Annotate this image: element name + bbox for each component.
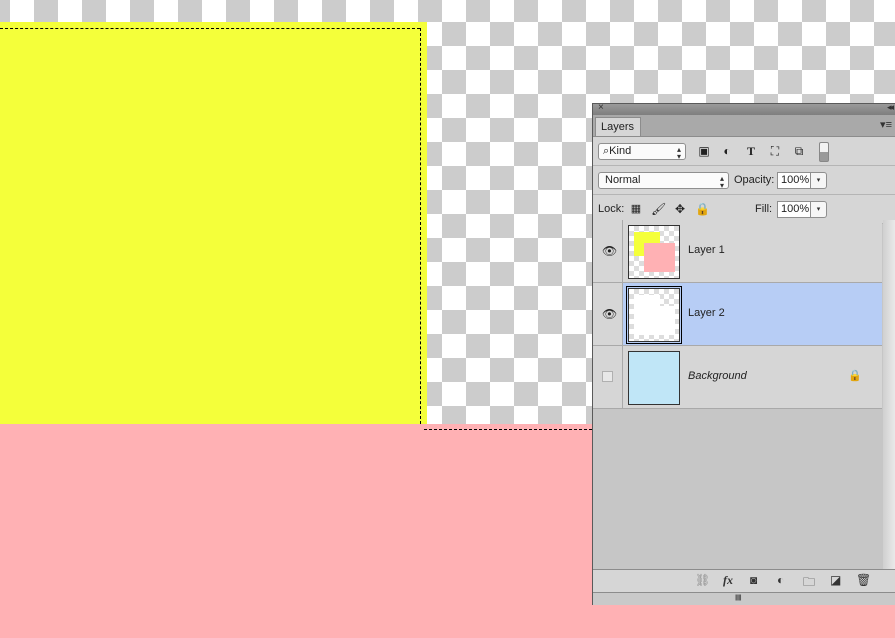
- layer-style-fx-icon[interactable]: fx: [723, 573, 733, 588]
- visibility-toggle[interactable]: [593, 346, 623, 408]
- lock-icon: 🔒: [848, 370, 862, 382]
- layers-panel: × ◂◂ Layers ▾≡ ⌕Kind ▴ ▾ ▣ ◐ T ⛶ ⧉ Normal…: [592, 102, 895, 605]
- close-icon[interactable]: ×: [598, 102, 604, 113]
- lock-all-icon[interactable]: 🔒: [695, 202, 710, 216]
- yellow-fill-region: [0, 22, 427, 424]
- link-layers-icon[interactable]: ⛓: [695, 573, 710, 587]
- layer-thumbnail: [628, 225, 680, 279]
- filter-toggle-switch[interactable]: [819, 142, 829, 162]
- layer-name: Background: [688, 370, 747, 382]
- fill-label: Fill:: [755, 203, 773, 215]
- visibility-toggle[interactable]: 👁: [593, 283, 623, 345]
- layers-list: 👁 Layer 1 👁 Layer 2 Background 🔒: [593, 220, 882, 409]
- type-filter-icon[interactable]: T: [744, 144, 758, 158]
- lock-label: Lock:: [598, 203, 625, 215]
- panel-menu-icon[interactable]: ▾≡: [880, 118, 892, 131]
- layer-thumbnail: [628, 351, 680, 405]
- layer-row-layer-1[interactable]: 👁 Layer 1: [593, 220, 882, 283]
- grip-icon: ||||||||||: [735, 595, 742, 601]
- add-mask-icon[interactable]: ◙: [750, 573, 757, 587]
- blend-row: Normal ▴ ▾ Opacity: 100% ▾: [593, 166, 895, 195]
- layer-row-background[interactable]: Background 🔒: [593, 346, 882, 409]
- delete-layer-trash-icon[interactable]: 🗑: [856, 573, 871, 587]
- hidden-checkbox: [602, 371, 613, 382]
- opacity-label: Opacity:: [734, 174, 775, 186]
- panel-resize-grip[interactable]: ||||||||||: [593, 593, 895, 605]
- blend-mode-select[interactable]: Normal ▴ ▾: [598, 172, 729, 190]
- select-arrows-icon: ▴ ▾: [676, 145, 681, 161]
- opacity-dropdown-button[interactable]: ▾: [811, 172, 827, 189]
- fill-input[interactable]: 100%: [777, 201, 811, 218]
- panel-titlebar[interactable]: × ◂◂: [593, 102, 895, 115]
- lock-transparent-pixels-icon[interactable]: ▦: [629, 202, 643, 216]
- fill-dropdown-button[interactable]: ▾: [811, 201, 827, 218]
- layer-name: Layer 2: [688, 307, 725, 319]
- layer-name: Layer 1: [688, 244, 725, 256]
- filter-row: ⌕Kind ▴ ▾ ▣ ◐ T ⛶ ⧉: [593, 137, 895, 166]
- layer-row-layer-2[interactable]: 👁 Layer 2: [593, 283, 882, 346]
- layer-thumbnail: [626, 286, 682, 344]
- new-layer-icon[interactable]: ◪: [830, 573, 841, 587]
- filter-kind-select[interactable]: ⌕Kind ▴ ▾: [598, 143, 686, 161]
- panel-tab-row: Layers ▾≡: [593, 115, 895, 137]
- visibility-toggle[interactable]: 👁: [593, 220, 623, 282]
- shape-filter-icon[interactable]: ⛶: [768, 144, 782, 158]
- collapse-icon[interactable]: ◂◂: [887, 102, 894, 113]
- tab-layers[interactable]: Layers: [595, 117, 641, 136]
- new-adjustment-layer-icon[interactable]: ◐: [777, 573, 784, 587]
- layers-scrollbar[interactable]: [883, 220, 895, 578]
- lock-image-pixels-icon[interactable]: 🖌: [651, 202, 666, 216]
- smart-object-filter-icon[interactable]: ⧉: [792, 144, 806, 158]
- opacity-input[interactable]: 100%: [777, 172, 811, 189]
- adjustment-filter-icon[interactable]: ◐: [720, 144, 734, 158]
- panel-footer: ⛓ fx ◙ ◐ 🗀 ◪ 🗑: [593, 569, 895, 593]
- select-arrows-icon: ▴ ▾: [719, 174, 724, 190]
- eye-icon: 👁: [602, 244, 618, 258]
- eye-icon: 👁: [602, 307, 618, 321]
- image-filter-icon[interactable]: ▣: [697, 144, 711, 158]
- lock-position-icon[interactable]: ✥: [673, 202, 687, 216]
- new-group-folder-icon[interactable]: 🗀: [803, 573, 815, 594]
